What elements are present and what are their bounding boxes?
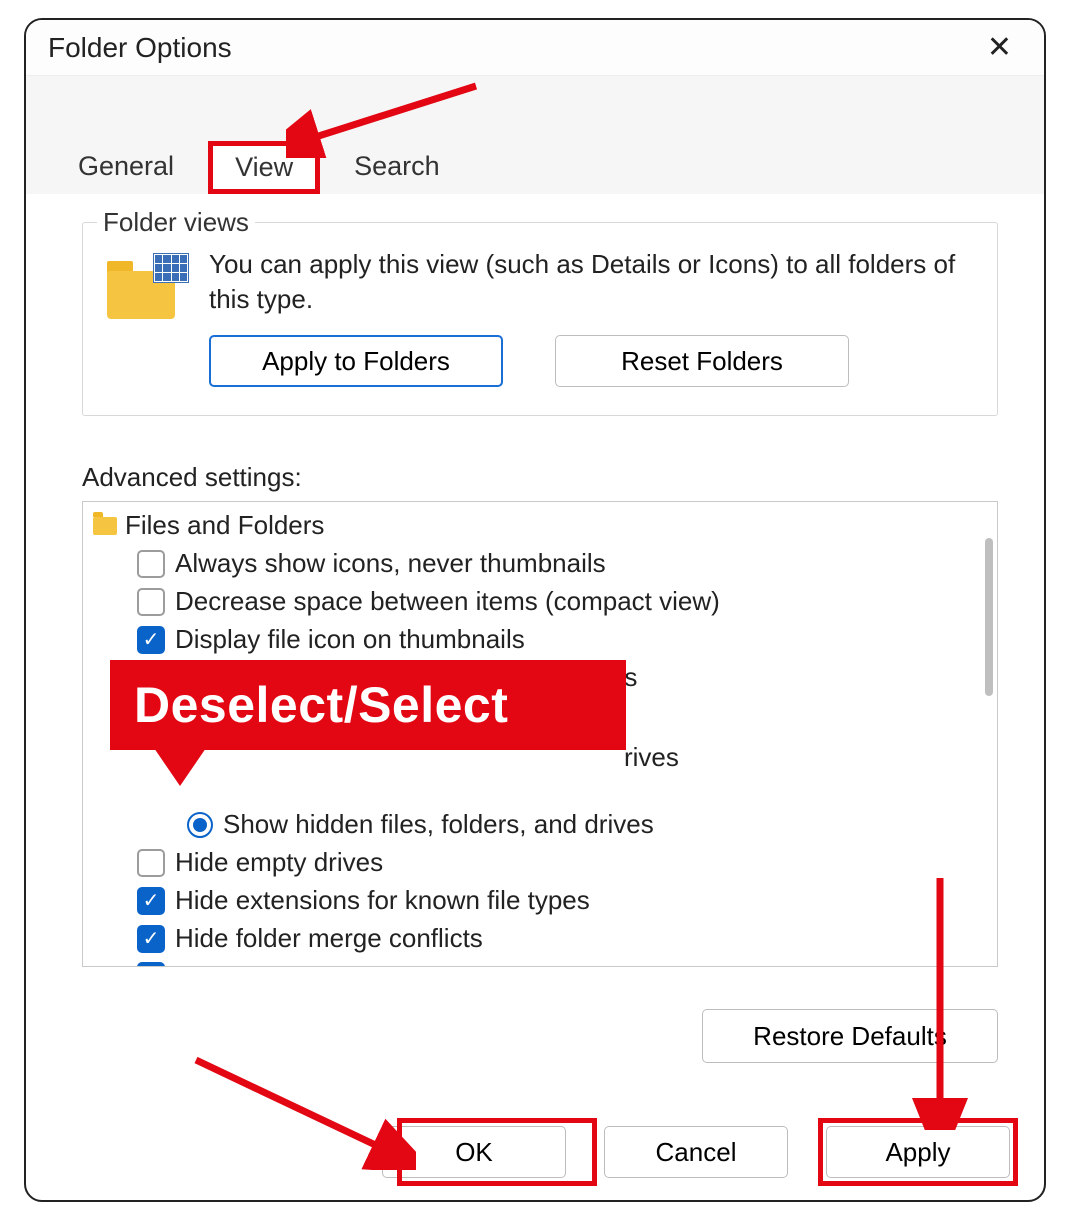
scrollbar-thumb[interactable] xyxy=(985,538,993,696)
checkbox-checked-icon[interactable]: ✓ xyxy=(137,626,165,654)
titlebar: Folder Options ✕ xyxy=(26,20,1044,76)
tab-search[interactable]: Search xyxy=(340,141,454,194)
tab-view[interactable]: View xyxy=(208,141,320,194)
checkbox-checked-icon[interactable]: ✓ xyxy=(137,887,165,915)
folder-options-dialog: Folder Options ✕ General View Search Fol… xyxy=(24,18,1046,1202)
opt-hide-merge-conflicts[interactable]: ✓ Hide folder merge conflicts xyxy=(93,920,987,958)
folder-icon xyxy=(93,517,117,535)
checkbox-icon[interactable] xyxy=(137,550,165,578)
checkbox-checked-icon[interactable]: ✓ xyxy=(137,962,165,967)
window-title: Folder Options xyxy=(48,32,232,64)
opt-compact-view[interactable]: Decrease space between items (compact vi… xyxy=(93,583,987,621)
folder-views-group: Folder views You can apply this view (su… xyxy=(82,222,998,416)
advanced-settings-label: Advanced settings: xyxy=(82,462,998,493)
checkbox-icon[interactable] xyxy=(137,849,165,877)
checkbox-checked-icon[interactable]: ✓ xyxy=(137,925,165,953)
folder-views-desc: You can apply this view (such as Details… xyxy=(209,247,973,317)
opt-hide-empty-drives[interactable]: Hide empty drives xyxy=(93,844,987,882)
opt-always-show-icons[interactable]: Always show icons, never thumbnails xyxy=(93,545,987,583)
annotation-callout-tail xyxy=(154,748,206,786)
opt-hide-os-files[interactable]: ✓ Hide protected operating system files … xyxy=(93,958,987,968)
opt-file-icon-on-thumbnails[interactable]: ✓ Display file icon on thumbnails xyxy=(93,621,987,659)
checkbox-icon[interactable] xyxy=(137,588,165,616)
reset-folders-button[interactable]: Reset Folders xyxy=(555,335,849,387)
folder-views-legend: Folder views xyxy=(97,207,255,238)
ok-button[interactable]: OK xyxy=(382,1126,566,1178)
apply-button[interactable]: Apply xyxy=(826,1126,1010,1178)
opt-hide-extensions[interactable]: ✓ Hide extensions for known file types xyxy=(93,882,987,920)
restore-defaults-button[interactable]: Restore Defaults xyxy=(702,1009,998,1063)
opt-show-hidden-files[interactable]: Show hidden files, folders, and drives xyxy=(93,806,987,844)
cancel-button[interactable]: Cancel xyxy=(604,1126,788,1178)
annotation-callout: Deselect/Select xyxy=(110,660,626,750)
tab-general[interactable]: General xyxy=(64,141,188,194)
radio-selected-icon[interactable] xyxy=(187,812,213,838)
text-fragment-drives: rives xyxy=(624,742,679,773)
folder-icon xyxy=(107,255,185,319)
group-files-and-folders: Files and Folders xyxy=(93,510,987,541)
apply-to-folders-button[interactable]: Apply to Folders xyxy=(209,335,503,387)
tab-strip: General View Search xyxy=(26,76,1044,194)
dialog-body: Folder views You can apply this view (su… xyxy=(26,194,1044,1063)
close-icon[interactable]: ✕ xyxy=(979,29,1020,67)
dialog-footer: OK Cancel Apply xyxy=(26,1126,1044,1178)
